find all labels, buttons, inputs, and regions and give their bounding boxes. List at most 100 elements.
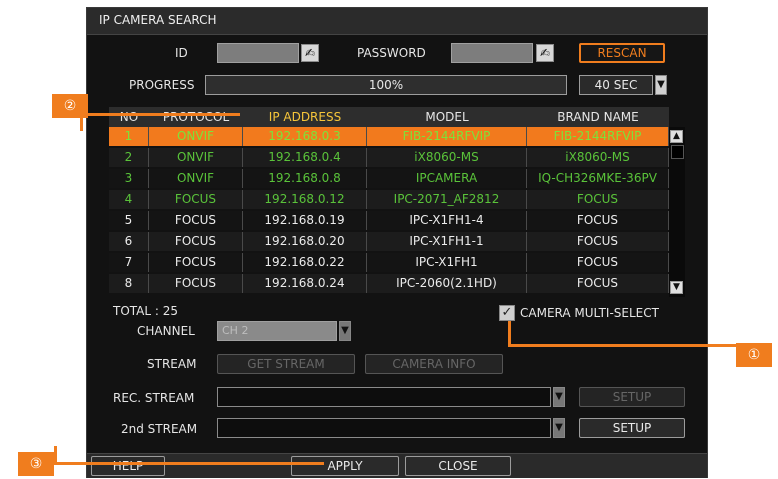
col-no: NO	[119, 110, 139, 124]
dialog-titlebar: IP CAMERA SEARCH	[87, 8, 707, 35]
cell-model: IPC-X1FH1	[367, 253, 527, 272]
camera-info-button[interactable]: CAMERA INFO	[365, 354, 503, 374]
annotation-2-tick	[80, 113, 83, 131]
password-input[interactable]	[451, 43, 533, 63]
cell-brand: FOCUS	[527, 211, 669, 230]
second-stream-label: 2nd STREAM	[121, 422, 198, 436]
rec-stream-select[interactable]	[217, 387, 551, 407]
scroll-down-icon[interactable]: ▼	[670, 281, 683, 294]
cell-ip: 192.168.0.12	[243, 190, 367, 209]
cell-brand: FIB-2144RFVIP	[527, 127, 669, 146]
cell-protocol: ONVIF	[149, 127, 243, 146]
table-row[interactable]: 2 ONVIF 192.168.0.4 iX8060-MS iX8060-MS	[109, 148, 669, 167]
scroll-thumb[interactable]	[671, 145, 684, 159]
second-stream-select[interactable]	[217, 418, 551, 438]
cell-protocol: ONVIF	[149, 169, 243, 188]
cell-protocol: ONVIF	[149, 148, 243, 167]
table-row[interactable]: 5 FOCUS 192.168.0.19 IPC-X1FH1-4 FOCUS	[109, 211, 669, 230]
camera-table: NO PROTOCOL IP ADDRESS MODEL BRAND NAME …	[109, 107, 685, 297]
second-stream-dropdown-arrow-icon[interactable]: ▼	[553, 418, 565, 438]
cell-ip: 192.168.0.4	[243, 148, 367, 167]
rec-stream-dropdown-arrow-icon[interactable]: ▼	[553, 387, 565, 407]
annotation-2-line	[80, 113, 240, 116]
cell-no: 8	[109, 274, 149, 293]
id-keyboard-icon[interactable]: ✍	[301, 44, 319, 62]
timer-value: 40 SEC	[594, 78, 638, 92]
table-header: NO PROTOCOL IP ADDRESS MODEL BRAND NAME	[109, 107, 669, 127]
rec-stream-setup-button[interactable]: SETUP	[579, 387, 685, 407]
timer-select[interactable]: 40 SEC	[579, 75, 653, 95]
cell-ip: 192.168.0.3	[243, 127, 367, 146]
table-row[interactable]: 6 FOCUS 192.168.0.20 IPC-X1FH1-1 FOCUS	[109, 232, 669, 251]
help-button[interactable]: HELP	[91, 456, 165, 476]
password-keyboard-icon[interactable]: ✍	[536, 44, 554, 62]
dialog-title: IP CAMERA SEARCH	[99, 13, 217, 27]
cell-model: IPCAMERA	[367, 169, 527, 188]
get-stream-button[interactable]: GET STREAM	[217, 354, 355, 374]
camera-multi-select-checkbox[interactable]: ✓	[499, 305, 515, 321]
cell-brand: FOCUS	[527, 232, 669, 251]
cell-no: 4	[109, 190, 149, 209]
cell-no: 7	[109, 253, 149, 272]
stream-label: STREAM	[147, 357, 197, 371]
cell-ip: 192.168.0.22	[243, 253, 367, 272]
col-model: MODEL	[425, 110, 469, 124]
apply-button[interactable]: APPLY	[291, 456, 399, 476]
cell-model: IPC-X1FH1-4	[367, 211, 527, 230]
col-ip-address: IP ADDRESS	[268, 110, 342, 124]
cell-ip: 192.168.0.24	[243, 274, 367, 293]
id-label: ID	[175, 46, 188, 60]
cell-no: 2	[109, 148, 149, 167]
cell-brand: FOCUS	[527, 190, 669, 209]
rec-stream-label: REC. STREAM	[113, 391, 195, 405]
channel-dropdown-arrow-icon[interactable]: ▼	[339, 321, 351, 341]
cell-no: 3	[109, 169, 149, 188]
check-icon: ✓	[501, 305, 513, 320]
camera-multi-select-label: CAMERA MULTI-SELECT	[520, 306, 659, 320]
id-input[interactable]	[217, 43, 299, 63]
second-stream-setup-button[interactable]: SETUP	[579, 418, 685, 438]
cell-ip: 192.168.0.20	[243, 232, 367, 251]
cell-model: FIB-2144RFVIP	[367, 127, 527, 146]
cell-no: 6	[109, 232, 149, 251]
table-row[interactable]: 8 FOCUS 192.168.0.24 IPC-2060(2.1HD) FOCUS	[109, 274, 669, 293]
cell-model: IPC-X1FH1-1	[367, 232, 527, 251]
cell-protocol: FOCUS	[149, 253, 243, 272]
timer-dropdown-arrow-icon[interactable]: ▼	[655, 75, 667, 95]
cell-protocol: FOCUS	[149, 232, 243, 251]
table-row[interactable]: 3 ONVIF 192.168.0.8 IPCAMERA IQ-CH326MKE-36P…	[109, 169, 669, 188]
cell-ip: 192.168.0.19	[243, 211, 367, 230]
table-row[interactable]: 4 FOCUS 192.168.0.12 IPC-2071_AF2812 FOCUS	[109, 190, 669, 209]
cell-model: iX8060-MS	[367, 148, 527, 167]
table-row[interactable]: 1 ONVIF 192.168.0.3 FIB-2144RFVIP FIB-2144RF…	[109, 127, 669, 146]
password-label: PASSWORD	[357, 46, 426, 60]
scroll-up-icon[interactable]: ▲	[670, 130, 683, 143]
annotation-3-line	[54, 462, 324, 465]
total-count: TOTAL : 25	[113, 304, 179, 318]
col-brand-name: BRAND NAME	[557, 110, 639, 124]
cell-brand: FOCUS	[527, 274, 669, 293]
cell-brand: FOCUS	[527, 253, 669, 272]
channel-label: CHANNEL	[137, 324, 195, 338]
cell-brand: iX8060-MS	[527, 148, 669, 167]
progress-label: PROGRESS	[129, 78, 195, 92]
channel-select[interactable]: CH 2	[217, 321, 337, 341]
annotation-1-tick	[508, 321, 511, 347]
table-row[interactable]: 7 FOCUS 192.168.0.22 IPC-X1FH1 FOCUS	[109, 253, 669, 272]
cell-protocol: FOCUS	[149, 190, 243, 209]
table-scrollbar[interactable]: ▲ ▼	[669, 127, 685, 297]
progress-value: 100%	[368, 78, 404, 92]
cell-protocol: FOCUS	[149, 274, 243, 293]
cell-ip: 192.168.0.8	[243, 169, 367, 188]
close-button[interactable]: CLOSE	[405, 456, 511, 476]
cell-no: 5	[109, 211, 149, 230]
cell-brand: IQ-CH326MKE-36PV	[527, 169, 669, 188]
progress-bar: 100%	[205, 75, 567, 95]
cell-protocol: FOCUS	[149, 211, 243, 230]
dialog-footer: HELP APPLY CLOSE	[87, 453, 707, 478]
annotation-1-badge: ①	[736, 343, 772, 367]
annotation-3-badge: ③	[18, 452, 54, 476]
annotation-1-line	[508, 344, 736, 347]
rescan-button[interactable]: RESCAN	[579, 43, 665, 63]
annotation-3-tick	[54, 446, 57, 465]
